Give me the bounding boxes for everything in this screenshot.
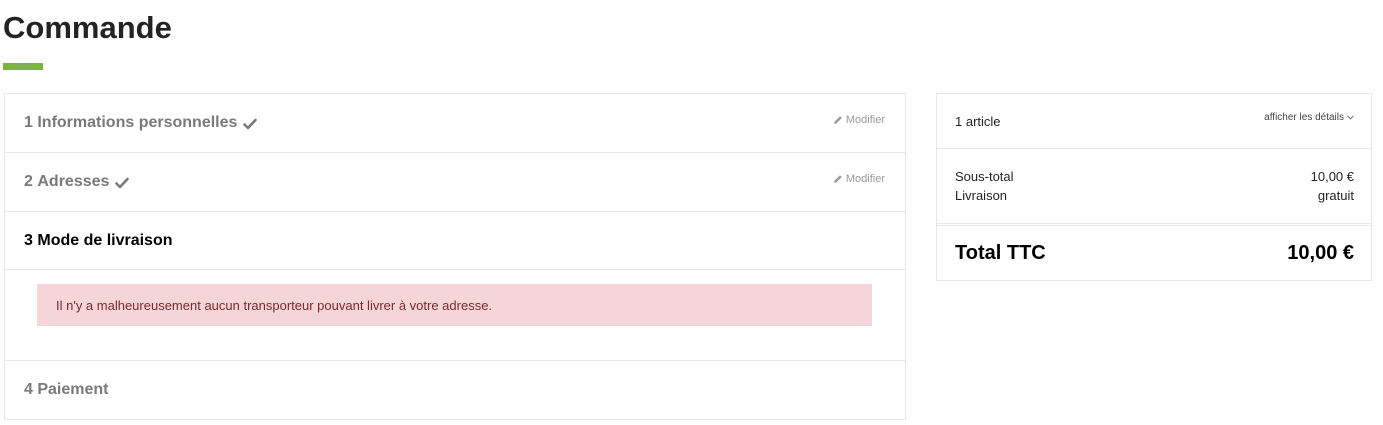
- cart-summary: 1 article afficher les détails Sous-tota…: [936, 93, 1372, 281]
- edit-personal-information-link[interactable]: Modifier: [833, 114, 885, 126]
- check-icon: [115, 177, 130, 189]
- step-header-personal-information[interactable]: 1 Informations personnelles: [5, 94, 905, 152]
- step-header-addresses[interactable]: 2 Adresses: [5, 153, 905, 211]
- pencil-icon: [833, 116, 842, 124]
- subtotal-line: Sous-total 10,00 €: [955, 167, 1354, 186]
- summary-items-row: 1 article afficher les détails: [937, 94, 1371, 149]
- step-number: 2: [24, 173, 33, 190]
- items-count: 1 article: [955, 113, 1001, 129]
- subtotal-value: 10,00 €: [1310, 169, 1354, 184]
- chevron-down-icon: [1347, 115, 1354, 120]
- subtotal-label: Sous-total: [955, 169, 1014, 184]
- step-delivery-body: Il n'y a malheureusement aucun transport…: [5, 270, 905, 360]
- step-label: Mode de livraison: [37, 231, 173, 249]
- step-label: Paiement: [37, 381, 109, 398]
- title-underline: [3, 63, 43, 70]
- step-addresses: 2 Adresses Modifier: [4, 153, 906, 212]
- pencil-icon: [833, 175, 842, 183]
- shipping-line: Livraison gratuit: [955, 186, 1354, 205]
- shipping-value: gratuit: [1317, 188, 1354, 203]
- shipping-label: Livraison: [955, 188, 1008, 203]
- total-label: Total TTC: [955, 241, 1046, 264]
- step-number: 4: [24, 381, 33, 398]
- step-header-payment: 4 Paiement: [5, 361, 905, 419]
- step-label: Informations personnelles: [37, 114, 238, 131]
- step-payment: 4 Paiement: [4, 361, 906, 420]
- summary-subtotals: Sous-total 10,00 € Livraison gratuit: [937, 149, 1371, 224]
- summary-total: Total TTC 10,00 €: [937, 225, 1371, 280]
- edit-addresses-link[interactable]: Modifier: [833, 173, 885, 185]
- page-title: Commande: [3, 10, 172, 45]
- total-value: 10,00 €: [1287, 241, 1354, 264]
- check-icon: [243, 118, 258, 130]
- no-carrier-alert: Il n'y a malheureusement aucun transport…: [37, 284, 872, 326]
- step-number: 3: [24, 231, 33, 249]
- step-number: 1: [24, 114, 33, 131]
- step-header-delivery: 3 Mode de livraison: [5, 212, 905, 270]
- step-personal-information: 1 Informations personnelles Modifier: [4, 93, 906, 153]
- step-label: Adresses: [37, 173, 110, 190]
- checkout-steps: 1 Informations personnelles Modifier 2 A…: [4, 93, 906, 420]
- show-details-link[interactable]: afficher les détails: [1264, 112, 1354, 123]
- step-delivery: 3 Mode de livraison Il n'y a malheureuse…: [4, 212, 906, 361]
